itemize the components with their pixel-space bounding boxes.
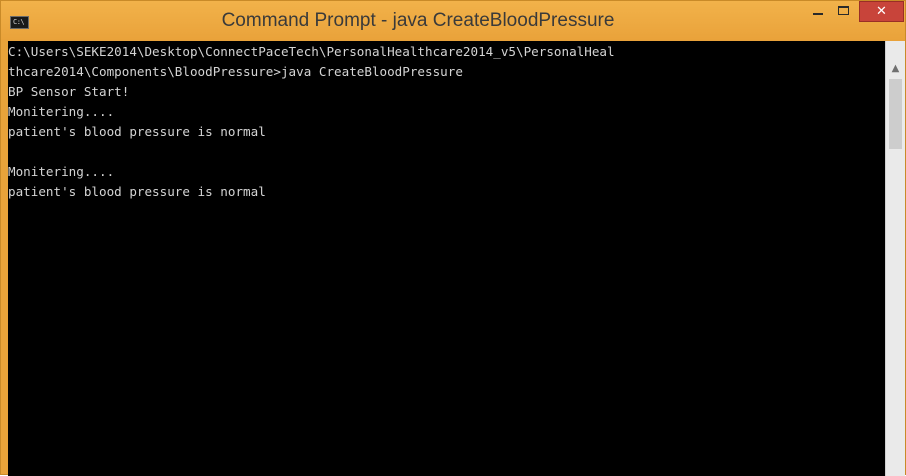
console-line: patient's blood pressure is normal [8,184,266,199]
console-line: thcare2014\Components\BloodPressure>java… [8,64,463,79]
minimize-icon [813,13,823,15]
console-line: BP Sensor Start! [8,84,130,99]
console-line: C:\Users\SEKE2014\Desktop\ConnectPaceTec… [8,44,615,59]
minimize-button[interactable] [805,1,831,22]
console-line: Monitering.... [8,164,115,179]
console-output[interactable]: C:\Users\SEKE2014\Desktop\ConnectPaceTec… [8,41,885,476]
vertical-scrollbar[interactable]: ▲ [885,41,905,476]
close-icon: ✕ [876,4,887,19]
close-button[interactable]: ✕ [859,1,904,22]
maximize-icon [838,6,849,15]
console-line: patient's blood pressure is normal [8,124,266,139]
scroll-up-icon[interactable]: ▲ [886,63,905,75]
title-bar[interactable]: C:\ Command Prompt - java CreateBloodPre… [1,1,905,41]
scrollbar-thumb[interactable] [889,79,902,149]
command-prompt-window: C:\ Command Prompt - java CreateBloodPre… [0,0,906,476]
console-line: Monitering.... [8,104,115,119]
maximize-button[interactable] [831,1,857,22]
window-title: Command Prompt - java CreateBloodPressur… [221,10,615,31]
